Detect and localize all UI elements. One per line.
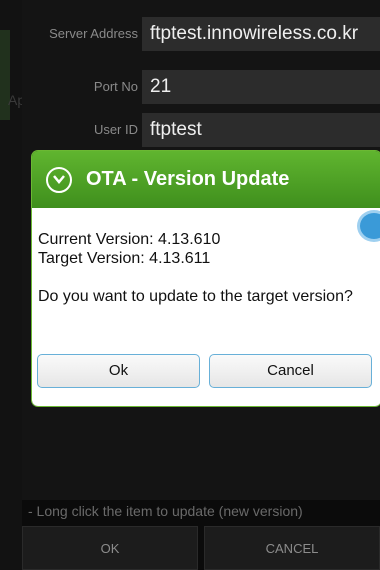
user-id-field[interactable]: ftptest [142, 113, 380, 147]
server-address-field[interactable]: ftptest.innowireless.co.kr [142, 17, 380, 51]
server-address-label: Server Address [49, 26, 138, 41]
user-id-label: User ID [93, 122, 138, 137]
port-no-field[interactable]: 21 [142, 70, 380, 104]
background-ok-button[interactable]: OK [22, 526, 198, 570]
background-cancel-button[interactable]: CANCEL [204, 526, 380, 570]
port-no-row: Port No 21 [22, 68, 380, 106]
target-version-text: Target Version: 4.13.611 [38, 250, 211, 267]
port-no-label: Port No [93, 79, 138, 94]
cancel-button[interactable]: Cancel [209, 354, 372, 388]
update-question-text: Do you want to update to the target vers… [38, 288, 353, 305]
ota-update-dialog: OTA - Version Update Current Version: 4.… [32, 151, 380, 406]
ok-button[interactable]: Ok [37, 354, 200, 388]
dialog-title: OTA - Version Update [86, 168, 290, 190]
current-version-text: Current Version: 4.13.610 [38, 231, 221, 248]
bottom-action-bar: OK CANCEL [22, 526, 380, 570]
user-id-row: User ID ftptest [22, 111, 380, 149]
chevron-down-circle-icon [46, 166, 72, 193]
update-hint: - Long click the item to update (new ver… [28, 503, 303, 519]
dialog-header: OTA - Version Update [32, 151, 380, 208]
dialog-button-row: Ok Cancel [32, 354, 380, 394]
server-address-row: Server Address ftptest.innowireless.co.k… [22, 15, 380, 53]
